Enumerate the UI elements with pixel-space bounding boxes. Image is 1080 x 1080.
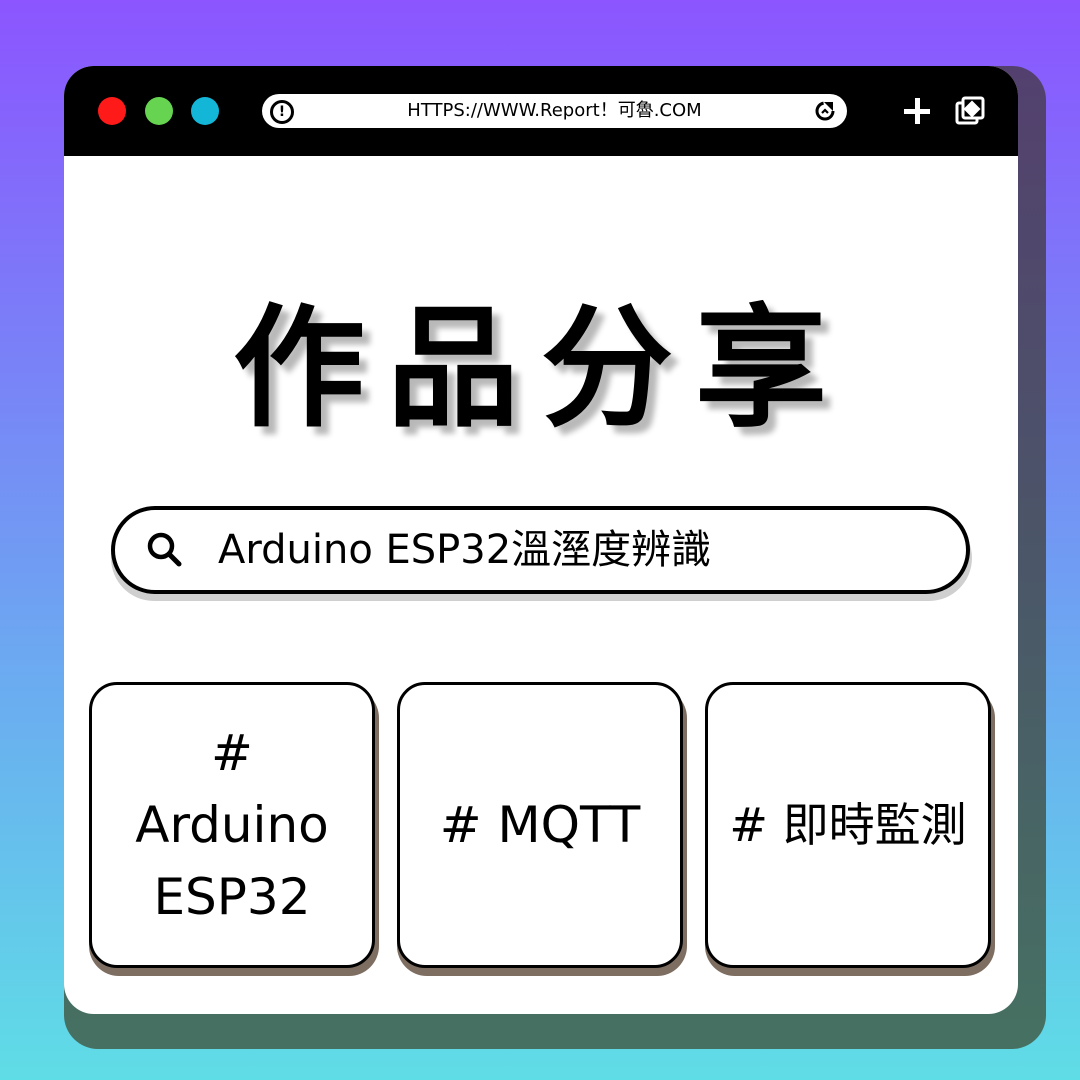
search-query: Arduino ESP32溫溼度辨識 [218, 527, 712, 573]
tag-label: # MQTT [439, 796, 641, 854]
minimize-window-button[interactable] [191, 97, 219, 125]
refresh-icon[interactable] [813, 99, 837, 123]
tag-label: # 即時監測 [729, 798, 967, 852]
new-tab-plus-icon[interactable] [900, 94, 934, 128]
tag-card-mqtt[interactable]: # MQTT [397, 682, 683, 968]
tag-card-arduino-esp32[interactable]: # Arduino ESP32 [89, 682, 375, 968]
alert-circle-icon: ! [270, 100, 294, 124]
browser-window: ! HTTPS://WWW.Report！可魯.COM 作品分享 Arduino… [64, 66, 1018, 1014]
search-icon [147, 532, 182, 567]
url-text: HTTPS://WWW.Report！可魯.COM [407, 100, 702, 121]
tabs-icon[interactable] [953, 94, 987, 128]
tag-card-realtime-monitoring[interactable]: # 即時監測 [705, 682, 991, 968]
tag-label: # Arduino ESP32 [135, 724, 329, 926]
search-input[interactable]: Arduino ESP32溫溼度辨識 [111, 506, 970, 594]
close-window-button[interactable] [98, 97, 126, 125]
address-bar[interactable]: ! HTTPS://WWW.Report！可魯.COM [262, 94, 847, 128]
title-bar: ! HTTPS://WWW.Report！可魯.COM [64, 66, 1018, 156]
maximize-window-button[interactable] [145, 97, 173, 125]
page-title: 作品分享 [233, 292, 849, 446]
